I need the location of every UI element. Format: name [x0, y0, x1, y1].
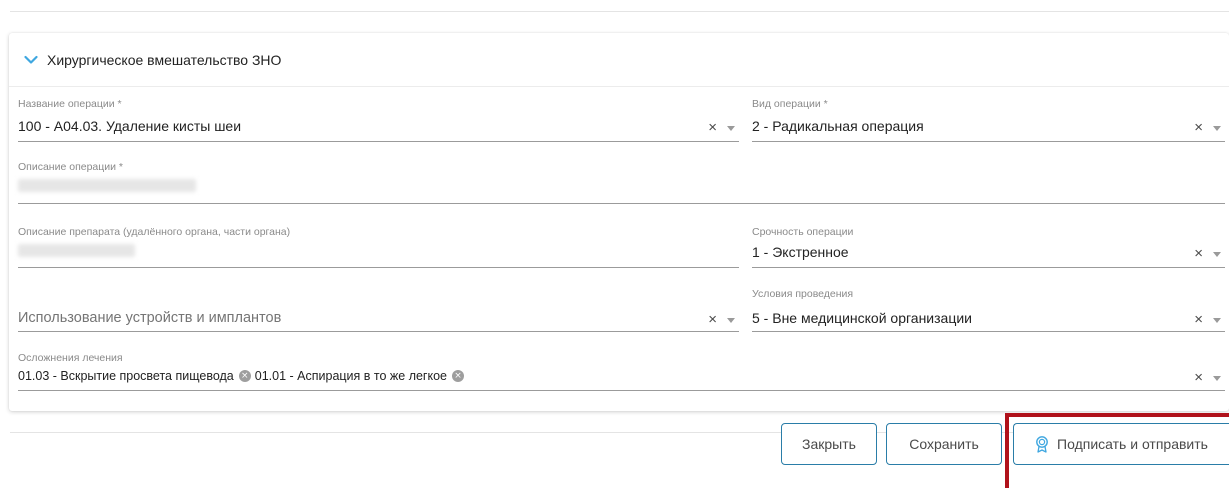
section-header[interactable]: Хирургическое вмешательство ЗНО [9, 33, 1229, 87]
clear-icon[interactable]: × [1194, 120, 1203, 135]
drug-description-label: Описание препарата (удалённого органа, ч… [18, 226, 291, 238]
complications-underline [18, 390, 1225, 391]
complications-chips: 01.03 - Вскрытие просвета пищевода × 01.… [18, 366, 468, 386]
operation-urgency-underline [752, 267, 1225, 268]
section-title: Хирургическое вмешательство ЗНО [47, 51, 282, 68]
operation-name-label: Название операции * [18, 98, 122, 110]
operation-type-label: Вид операции * [752, 98, 828, 110]
clear-icon[interactable]: × [1194, 370, 1203, 385]
conditions-underline [752, 331, 1225, 332]
complication-chip[interactable]: 01.03 - Вскрытие просвета пищевода × [18, 366, 251, 386]
clear-icon[interactable]: × [1194, 246, 1203, 261]
dropdown-caret-icon[interactable] [727, 125, 735, 131]
operation-name-field[interactable]: Название операции * 100 - А04.03. Удален… [18, 98, 739, 143]
certificate-seal-icon [1035, 435, 1049, 453]
conditions-value[interactable]: 5 - Вне медицинской организации [752, 309, 972, 327]
operation-type-value[interactable]: 2 - Радикальная операция [752, 117, 924, 135]
drug-description-field[interactable]: Описание препарата (удалённого органа, ч… [18, 226, 739, 269]
conditions-field[interactable]: Условия проведения 5 - Вне медицинской о… [752, 288, 1225, 332]
complications-label: Осложнения лечения [18, 352, 123, 364]
dropdown-caret-icon[interactable] [727, 317, 735, 323]
operation-name-value[interactable]: 100 - А04.03. Удаление кисты шеи [18, 117, 241, 135]
close-button[interactable]: Закрыть [781, 423, 877, 465]
dropdown-caret-icon[interactable] [1213, 251, 1221, 257]
operation-name-underline [18, 141, 739, 142]
operation-description-redacted[interactable] [18, 179, 196, 192]
sign-and-send-button[interactable]: Подписать и отправить [1013, 423, 1229, 465]
complication-chip-label: 01.01 - Аспирация в то же легкое [254, 369, 448, 383]
operation-description-field[interactable]: Описание операции * [18, 161, 1225, 205]
clear-icon[interactable]: × [708, 120, 717, 135]
dropdown-caret-icon[interactable] [1213, 125, 1221, 131]
complications-field[interactable]: Осложнения лечения 01.03 - Вскрытие прос… [18, 352, 1225, 392]
clear-icon[interactable]: × [1194, 312, 1203, 327]
top-divider [10, 11, 1229, 12]
surgery-section-card: Хирургическое вмешательство ЗНО Название… [9, 33, 1229, 411]
operation-description-label: Описание операции * [18, 161, 124, 173]
sign-and-send-label: Подписать и отправить [1057, 436, 1208, 452]
clear-icon[interactable]: × [708, 312, 717, 327]
complication-chip-label: 01.03 - Вскрытие просвета пищевода [18, 369, 234, 383]
operation-description-underline [18, 203, 1225, 204]
devices-usage-underline [18, 331, 739, 332]
conditions-label: Условия проведения [752, 288, 854, 300]
operation-type-field[interactable]: Вид операции * 2 - Радикальная операция … [752, 98, 1225, 143]
dropdown-caret-icon[interactable] [1213, 317, 1221, 323]
operation-urgency-value[interactable]: 1 - Экстренное [752, 243, 849, 261]
operation-urgency-label: Срочность операции [752, 226, 854, 238]
save-button[interactable]: Сохранить [886, 423, 1002, 465]
chip-remove-icon[interactable]: × [452, 370, 465, 382]
complication-chip[interactable]: 01.01 - Аспирация в то же легкое × [254, 366, 465, 386]
chevron-down-icon[interactable] [23, 52, 39, 68]
devices-usage-placeholder[interactable]: Использование устройств и имплантов [18, 309, 281, 327]
drug-description-underline [18, 267, 739, 268]
chip-remove-icon[interactable]: × [238, 370, 251, 382]
dropdown-caret-icon[interactable] [1213, 375, 1221, 381]
operation-type-underline [752, 141, 1225, 142]
operation-urgency-field[interactable]: Срочность операции 1 - Экстренное × [752, 226, 1225, 269]
devices-usage-field[interactable]: Использование устройств и имплантов × [18, 290, 739, 332]
drug-description-redacted[interactable] [18, 244, 135, 257]
